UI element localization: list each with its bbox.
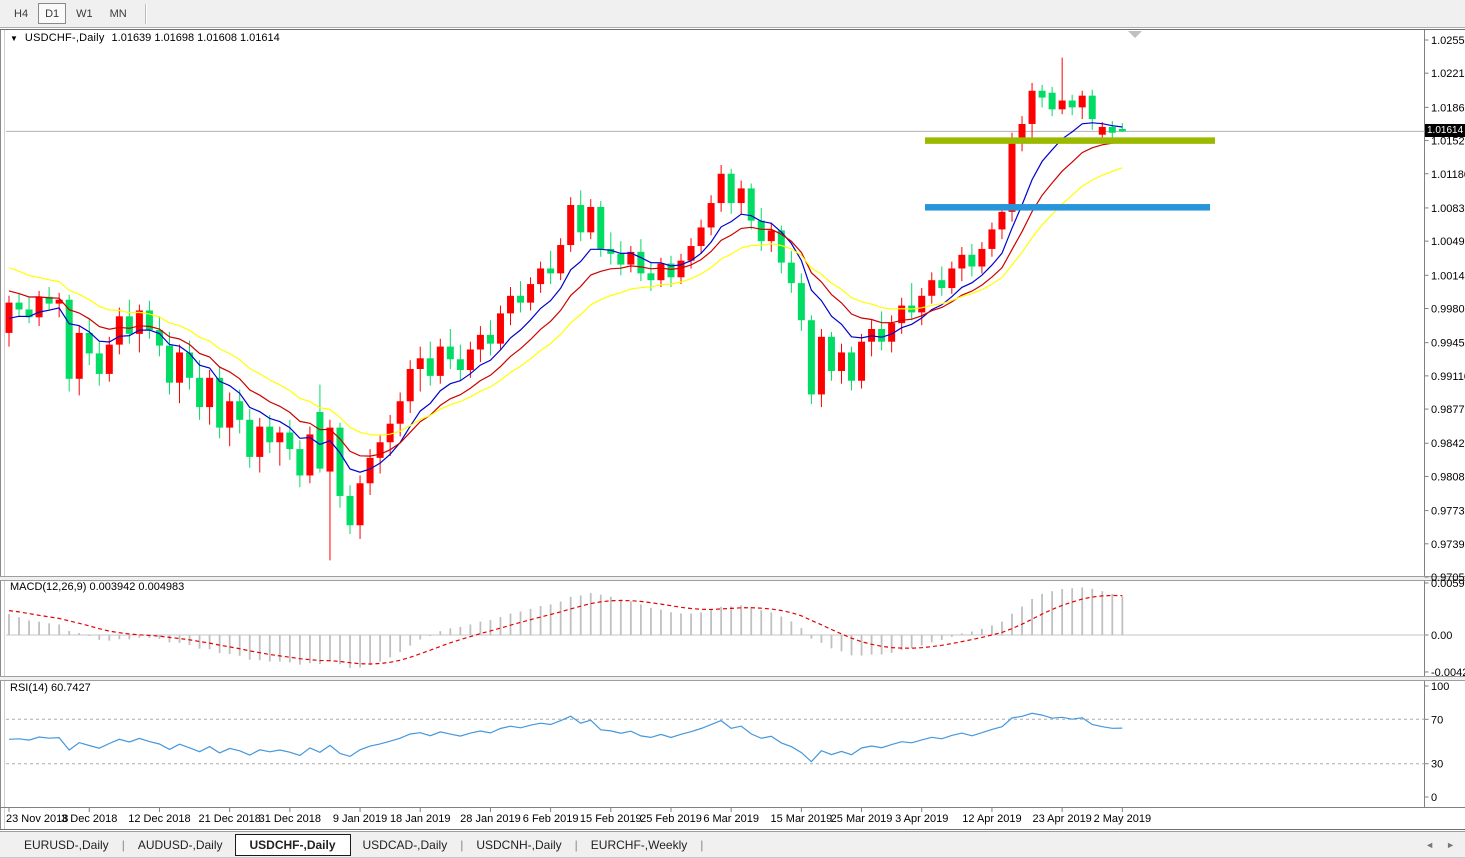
tab-eurchf-weekly[interactable]: EURCHF-,Weekly	[579, 835, 699, 855]
svg-text:0.98770: 0.98770	[1431, 404, 1465, 416]
svg-text:1.01520: 1.01520	[1431, 136, 1465, 148]
date-axis-label: 15 Feb 2019	[580, 813, 642, 825]
svg-text:0.99450: 0.99450	[1431, 338, 1465, 350]
tab-eurusd-daily[interactable]: EURUSD-,Daily	[12, 835, 121, 855]
svg-text:1.00140: 1.00140	[1431, 270, 1465, 282]
timeframe-mn-button[interactable]: MN	[103, 3, 134, 24]
date-axis-label: 25 Mar 2019	[831, 813, 893, 825]
date-axis-label: 2 May 2019	[1094, 813, 1151, 825]
timeframe-d1-button[interactable]: D1	[38, 3, 66, 24]
toolbar-separator	[145, 4, 147, 24]
trading-platform-window: H4 D1 W1 MN 1.02550 1.02210 1.01860 1.01520…	[0, 0, 1465, 858]
tab-separator: |	[122, 838, 125, 852]
tab-separator: |	[460, 838, 463, 852]
ma-fast-line	[9, 123, 1122, 472]
svg-text:0.98420: 0.98420	[1431, 438, 1465, 450]
rsi-indicator-label: RSI(14) 60.7427	[10, 682, 91, 694]
chart-title: ▼ USDCHF-,Daily 1.01639 1.01698 1.01608 …	[10, 32, 280, 44]
svg-text:70: 70	[1431, 714, 1443, 726]
macd-indicator-label: MACD(12,26,9) 0.003942 0.004983	[10, 581, 184, 593]
current-price-tag: 1.01614	[1425, 124, 1465, 137]
tab-usdcad-daily[interactable]: USDCAD-,Daily	[351, 835, 460, 855]
date-axis: 23 Nov 20183 Dec 2018 12 Dec 2018 21 Dec 2…	[6, 808, 1151, 825]
svg-text:0.00597: 0.00597	[1431, 578, 1465, 590]
date-axis-label: 23 Nov 2018	[6, 813, 68, 825]
chart-title-ohlc: 1.01639 1.01698 1.01608 1.01614	[112, 32, 280, 44]
rsi-line	[9, 713, 1122, 761]
tab-audusd-daily[interactable]: AUDUSD-,Daily	[126, 835, 235, 855]
support-line[interactable]	[925, 204, 1210, 211]
svg-text:1.00830: 1.00830	[1431, 203, 1465, 215]
svg-text:0.97730: 0.97730	[1431, 506, 1465, 518]
scroll-to-end-marker	[1128, 31, 1142, 38]
timeframe-h4-button[interactable]: H4	[7, 3, 35, 24]
date-axis-label: 12 Dec 2018	[128, 813, 190, 825]
date-axis-label: 9 Jan 2019	[333, 813, 387, 825]
date-axis-label: 6 Mar 2019	[703, 813, 759, 825]
date-axis-label: 3 Apr 2019	[895, 813, 948, 825]
symbol-dropdown-icon[interactable]: ▼	[10, 33, 18, 44]
tab-scroll-left-icon[interactable]: ◄	[1425, 840, 1434, 850]
macd-signal-line	[9, 596, 1122, 665]
date-axis-label: 12 Apr 2019	[962, 813, 1021, 825]
timeframe-w1-button[interactable]: W1	[69, 3, 100, 24]
chart-title-symbol: USDCHF-,Daily	[25, 32, 105, 44]
chart-canvas[interactable]: 1.02550 1.02210 1.01860 1.01520 1.01180 1.008…	[0, 0, 1465, 858]
price-axis: 1.02550 1.02210 1.01860 1.01520 1.01180 1.008…	[1425, 35, 1465, 584]
date-axis-label: 15 Mar 2019	[770, 813, 832, 825]
svg-text:0.98080: 0.98080	[1431, 471, 1465, 483]
svg-text:0.99800: 0.99800	[1431, 303, 1465, 315]
svg-text:0: 0	[1431, 792, 1437, 804]
date-axis-label: 23 Apr 2019	[1032, 813, 1091, 825]
svg-text:-0.004243: -0.004243	[1431, 667, 1465, 679]
tab-scroll-right-icon[interactable]: ►	[1446, 840, 1455, 850]
svg-text:1.00490: 1.00490	[1431, 236, 1465, 248]
resistance-line[interactable]	[925, 137, 1215, 144]
date-axis-label: 31 Dec 2018	[259, 813, 321, 825]
rsi-pane: 100 70 30 0	[6, 681, 1449, 804]
svg-text:1.01180: 1.01180	[1431, 169, 1465, 181]
svg-text:30: 30	[1431, 759, 1443, 771]
date-axis-label: 6 Feb 2019	[523, 813, 579, 825]
svg-text:1.01860: 1.01860	[1431, 102, 1465, 114]
svg-text:1.02550: 1.02550	[1431, 35, 1465, 47]
date-axis-label: 21 Dec 2018	[198, 813, 260, 825]
tab-usdcnh-daily[interactable]: USDCNH-,Daily	[464, 835, 573, 855]
date-axis-label: 3 Dec 2018	[61, 813, 117, 825]
candlestick-series	[6, 58, 1126, 561]
tab-separator: |	[700, 838, 703, 852]
svg-text:0.00: 0.00	[1431, 630, 1452, 642]
chart-tabbar: EURUSD-,Daily | AUDUSD-,Daily USDCHF-,Da…	[0, 831, 1465, 858]
svg-text:0.99110: 0.99110	[1431, 371, 1465, 383]
date-axis-label: 28 Jan 2019	[460, 813, 521, 825]
svg-text:0.97390: 0.97390	[1431, 539, 1465, 551]
macd-pane: 0.00597 0.00 -0.004243	[6, 578, 1465, 679]
svg-text:100: 100	[1431, 681, 1449, 693]
date-axis-label: 18 Jan 2019	[390, 813, 451, 825]
timeframe-toolbar: H4 D1 W1 MN	[0, 0, 1465, 28]
tab-usdchf-daily[interactable]: USDCHF-,Daily	[235, 834, 351, 856]
tab-separator: |	[575, 838, 578, 852]
date-axis-label: 25 Feb 2019	[640, 813, 702, 825]
svg-text:1.02210: 1.02210	[1431, 68, 1465, 80]
